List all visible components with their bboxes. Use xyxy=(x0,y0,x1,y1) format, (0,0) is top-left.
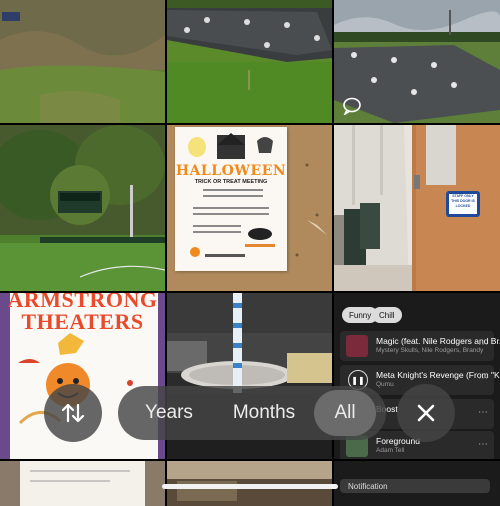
flyer-subtitle: TRICK OR TREAT MEETING xyxy=(194,179,268,185)
photo-thumbnail[interactable] xyxy=(0,125,165,291)
poster-title-line2: THEATERS xyxy=(21,309,144,334)
notification-bar: Notification xyxy=(340,479,490,493)
photo-thumbnail[interactable] xyxy=(167,0,332,123)
photo-thumbnail[interactable] xyxy=(0,0,165,123)
view-controls: Years Months All xyxy=(0,384,500,446)
photo-thumbnail[interactable]: Notification xyxy=(334,461,500,506)
track-artist: Mystery Skulls, Nile Rodgers, Brandy xyxy=(376,347,484,354)
segment-years[interactable]: Years xyxy=(132,386,206,440)
more-icon: ⋯ xyxy=(478,373,488,384)
photo-thumbnail[interactable] xyxy=(0,461,165,506)
flyer-title: HALLOWEEN xyxy=(175,163,287,179)
close-button[interactable] xyxy=(397,384,455,442)
segment-months[interactable]: Months xyxy=(218,386,310,440)
comment-bubble-icon xyxy=(343,97,361,115)
halloween-flyer: HALLOWEEN TRICK OR TREAT MEETING xyxy=(175,127,287,271)
more-icon: ⋯ xyxy=(478,339,488,350)
sort-button[interactable] xyxy=(44,384,102,442)
photo-thumbnail[interactable]: STAFF ONLY THIS DOOR IS LOCKED xyxy=(334,125,500,291)
door-sign: STAFF ONLY THIS DOOR IS LOCKED xyxy=(451,194,475,208)
track-artist: Adam Tell xyxy=(376,447,405,454)
segment-all[interactable]: All xyxy=(314,390,376,436)
time-scale-selector: Years Months All xyxy=(118,386,386,440)
album-art xyxy=(346,335,368,357)
track-row: Magic (feat. Nile Rodgers and Br... Myst… xyxy=(340,331,500,361)
close-icon xyxy=(417,404,435,422)
sort-arrows-icon xyxy=(61,403,85,423)
home-indicator[interactable] xyxy=(162,484,338,489)
photo-thumbnail[interactable] xyxy=(334,0,500,123)
chip-chill: Chill xyxy=(372,307,402,323)
photo-thumbnail[interactable]: HALLOWEEN TRICK OR TREAT MEETING xyxy=(167,125,332,291)
